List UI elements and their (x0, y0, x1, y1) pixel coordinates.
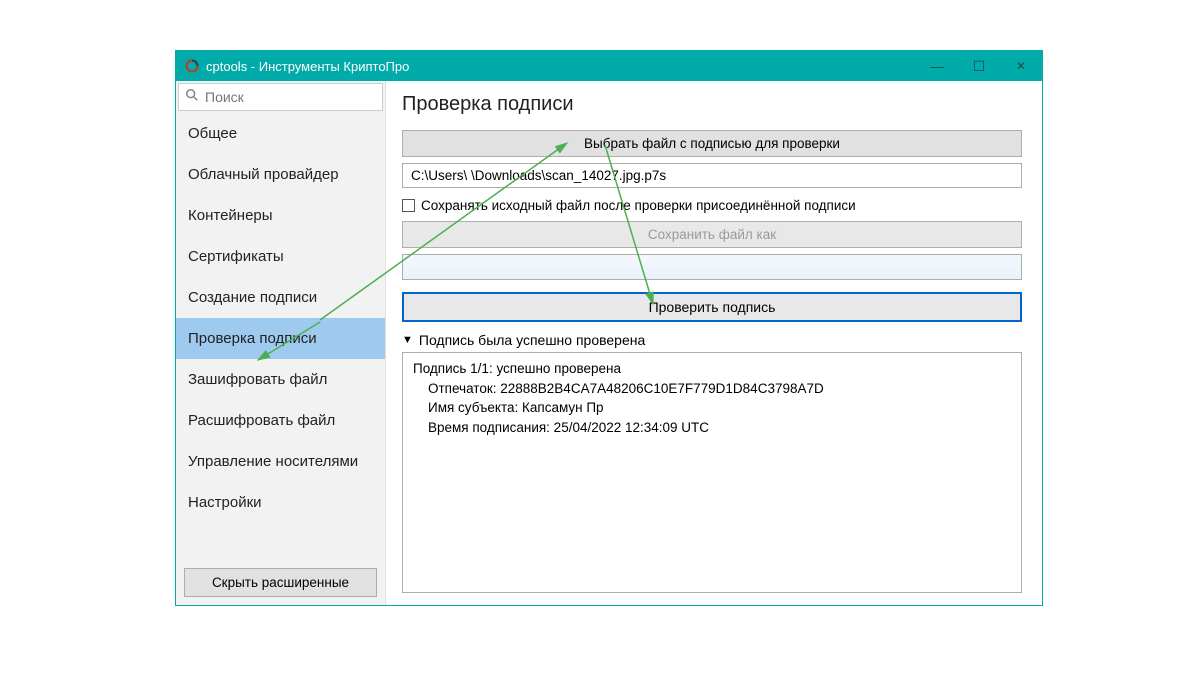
app-window: cptools - Инструменты КриптоПро — ☐ ✕ Об… (175, 50, 1043, 606)
hide-advanced-button[interactable]: Скрыть расширенные (184, 568, 377, 597)
app-icon (184, 58, 200, 74)
sidebar-item-create-signature[interactable]: Создание подписи (176, 277, 385, 318)
titlebar: cptools - Инструменты КриптоПро — ☐ ✕ (176, 51, 1042, 81)
sidebar-item-verify-signature[interactable]: Проверка подписи (176, 318, 385, 359)
close-button[interactable]: ✕ (1000, 52, 1042, 80)
checkbox-icon[interactable] (402, 199, 415, 212)
status-summary-label: Подпись была успешно проверена (419, 332, 645, 348)
nav-list: Общее Облачный провайдер Контейнеры Серт… (176, 113, 385, 560)
sidebar-item-certificates[interactable]: Сертификаты (176, 236, 385, 277)
sidebar-item-containers[interactable]: Контейнеры (176, 195, 385, 236)
save-source-checkbox-row[interactable]: Сохранять исходный файл после проверки п… (402, 198, 1022, 213)
sidebar: Общее Облачный провайдер Контейнеры Серт… (176, 81, 386, 605)
sidebar-item-decrypt-file[interactable]: Расшифровать файл (176, 400, 385, 441)
search-input[interactable] (205, 89, 376, 105)
search-box[interactable] (178, 83, 383, 111)
choose-file-button[interactable]: Выбрать файл с подписью для проверки (402, 130, 1022, 157)
status-summary-row[interactable]: ▼ Подпись была успешно проверена (402, 332, 1022, 348)
main-panel: Проверка подписи Выбрать файл с подписью… (386, 81, 1042, 605)
page-title: Проверка подписи (402, 93, 1022, 116)
save-source-label: Сохранять исходный файл после проверки п… (421, 198, 856, 213)
result-output: Подпись 1/1: успешно проверена Отпечаток… (402, 352, 1022, 593)
sidebar-item-cloud-provider[interactable]: Облачный провайдер (176, 154, 385, 195)
sidebar-item-settings[interactable]: Настройки (176, 482, 385, 523)
sidebar-item-encrypt-file[interactable]: Зашифровать файл (176, 359, 385, 400)
save-as-button: Сохранить файл как (402, 221, 1022, 248)
sidebar-item-general[interactable]: Общее (176, 113, 385, 154)
search-icon (185, 88, 199, 107)
file-path-field[interactable]: C:\Users\ \Downloads\scan_14027.jpg.p7s (402, 163, 1022, 188)
save-target-field (402, 254, 1022, 280)
window-title: cptools - Инструменты КриптоПро (206, 59, 916, 74)
maximize-button[interactable]: ☐ (958, 52, 1000, 80)
minimize-button[interactable]: — (916, 52, 958, 80)
chevron-down-icon: ▼ (402, 334, 413, 346)
verify-button[interactable]: Проверить подпись (402, 292, 1022, 322)
sidebar-item-manage-media[interactable]: Управление носителями (176, 441, 385, 482)
